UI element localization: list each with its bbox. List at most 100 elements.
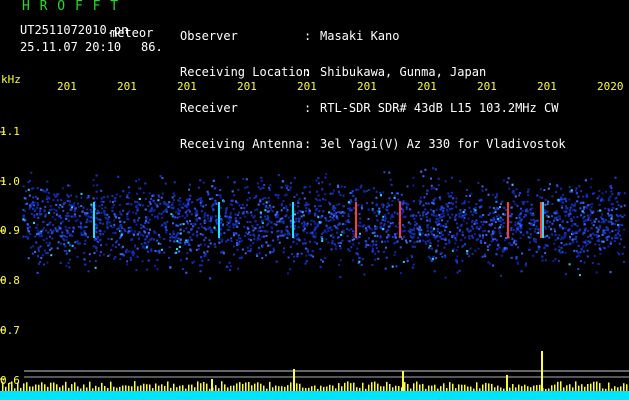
noise-speck: [107, 218, 110, 221]
noise-speck: [410, 214, 412, 217]
noise-speck: [118, 217, 121, 220]
noise-speck: [316, 199, 319, 202]
noise-speck: [492, 212, 495, 215]
noise-speck: [258, 234, 260, 237]
noise-speck: [558, 260, 560, 262]
noise-speck: [563, 233, 566, 236]
noise-speck: [505, 248, 508, 251]
noise-speck: [338, 203, 340, 206]
noise-speck: [188, 209, 190, 212]
noise-speck: [482, 214, 485, 216]
noise-speck: [32, 207, 34, 210]
noise-speck: [296, 212, 299, 215]
noise-speck: [247, 227, 250, 230]
noise-speck: [54, 227, 57, 230]
noise-speck: [213, 187, 216, 190]
amplitude-spike: [383, 386, 385, 391]
noise-speck: [610, 190, 613, 193]
noise-speck: [265, 205, 268, 208]
noise-speck: [86, 212, 88, 215]
noise-speck: [170, 213, 173, 216]
noise-speck: [161, 223, 164, 226]
noise-speck: [342, 205, 345, 208]
noise-speck: [387, 229, 390, 232]
noise-speck: [310, 219, 313, 222]
noise-speck: [283, 247, 285, 250]
amplitude-spike: [35, 384, 37, 391]
noise-speck: [451, 207, 454, 210]
noise-speck: [177, 211, 180, 214]
noise-speck: [535, 225, 538, 228]
noise-speck: [45, 237, 48, 240]
amplitude-spike: [611, 388, 613, 391]
noise-speck: [95, 249, 98, 252]
x-tick-label: 201: [417, 80, 437, 93]
noise-speck: [145, 242, 148, 245]
amplitude-spike: [161, 384, 163, 391]
noise-speck: [581, 245, 584, 248]
noise-speck: [48, 222, 51, 225]
noise-speck: [593, 234, 596, 236]
noise-speck: [576, 200, 579, 203]
amplitude-spike: [164, 386, 166, 391]
noise-speck: [317, 182, 320, 185]
noise-speck: [273, 249, 275, 252]
noise-speck: [127, 202, 130, 205]
noise-speck: [438, 196, 441, 199]
noise-speck: [65, 239, 68, 242]
noise-speck: [219, 196, 222, 199]
noise-speck: [409, 228, 412, 231]
noise-speck: [257, 246, 260, 249]
noise-speck: [571, 238, 574, 241]
noise-speck: [283, 207, 285, 209]
noise-speck: [321, 188, 324, 191]
noise-speck: [372, 187, 375, 190]
noise-speck: [621, 224, 624, 226]
noise-speck: [32, 196, 35, 199]
noise-speck: [331, 242, 334, 245]
noise-speck: [514, 195, 517, 198]
noise-speck: [252, 242, 255, 245]
amplitude-spike: [554, 384, 556, 391]
noise-speck: [347, 207, 349, 210]
noise-speck: [527, 236, 530, 239]
noise-speck: [419, 200, 422, 203]
noise-speck: [388, 235, 391, 238]
noise-speck: [558, 234, 561, 237]
noise-speck: [220, 219, 223, 222]
noise-speck: [545, 227, 547, 230]
noise-speck: [71, 204, 74, 207]
noise-speck: [598, 203, 601, 206]
noise-speck: [618, 242, 621, 245]
noise-speck: [516, 204, 519, 207]
noise-speck: [228, 229, 231, 231]
noise-speck: [560, 246, 563, 249]
noise-speck: [430, 259, 433, 262]
noise-speck: [459, 229, 462, 231]
noise-speck: [481, 255, 484, 258]
noise-speck: [558, 249, 561, 252]
noise-speck: [522, 233, 525, 236]
noise-speck: [441, 255, 444, 258]
amplitude-spike: [80, 388, 82, 391]
noise-speck: [460, 223, 463, 226]
noise-speck: [557, 237, 560, 240]
noise-speck: [484, 241, 487, 244]
noise-speck: [611, 193, 614, 196]
noise-speck: [336, 227, 339, 230]
noise-speck: [610, 240, 612, 243]
amplitude-spike: [125, 385, 127, 391]
noise-speck: [452, 197, 455, 200]
noise-speck: [578, 274, 581, 277]
amplitude-spike: [425, 388, 427, 391]
noise-speck: [315, 242, 318, 245]
noise-speck: [127, 218, 130, 221]
noise-speck: [429, 242, 432, 245]
amplitude-spike: [497, 385, 499, 391]
noise-speck: [136, 247, 139, 250]
noise-speck: [544, 203, 547, 206]
noise-speck: [437, 177, 440, 180]
amplitude-spike: [167, 381, 169, 391]
noise-speck: [135, 269, 138, 272]
amplitude-spike: [44, 384, 46, 391]
